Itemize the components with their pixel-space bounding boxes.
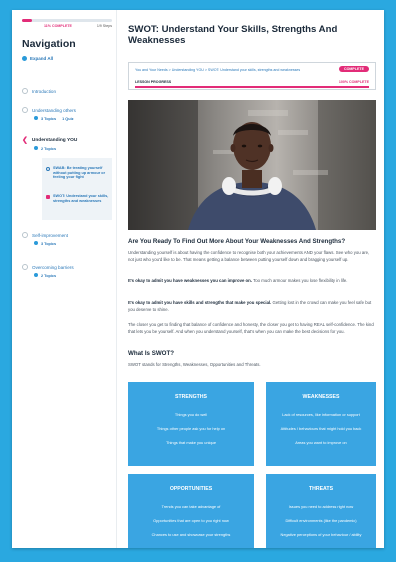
weaknesses-box: WEAKNESSES Lack of resources, like infor… <box>266 382 376 466</box>
expand-all-label: Expand All <box>30 56 54 61</box>
sidebar-item-meta[interactable]: 3 Topics <box>34 241 56 246</box>
sidebar-item-overcoming-barriers[interactable]: Overcoming barriers <box>22 264 74 270</box>
opportunities-box: OPPORTUNITIES Trends you can take advant… <box>128 474 254 548</box>
page: 11% COMPLETE 1/9 Steps Navigation Expand… <box>12 10 384 548</box>
lesson-item[interactable]: SWAB: Be treating yourself without putti… <box>46 166 115 180</box>
box-item: Lack of resources, like information or s… <box>282 412 360 417</box>
box-item: Things you do well <box>174 412 208 417</box>
lesson-status-icon <box>46 166 50 171</box>
sidebar-item-label: Overcoming barriers <box>32 264 74 270</box>
lesson-progress-fill <box>135 86 369 88</box>
box-item: Trends you can take advantage of <box>161 504 221 509</box>
lesson-progress-label: LESSON PROGRESS <box>135 80 172 84</box>
topics-icon <box>34 241 38 245</box>
sidebar-item-meta[interactable]: 3 Topics 1 Quiz <box>34 116 74 121</box>
box-item: Chances to use and showcase your strengt… <box>151 532 231 537</box>
status-circle-icon <box>22 232 28 238</box>
intro-paragraph: Understanding yourself is about having t… <box>128 250 370 262</box>
status-circle-icon <box>22 88 28 94</box>
student-photo <box>128 100 376 230</box>
sidebar-item-understanding-others[interactable]: Understanding others <box>22 107 76 113</box>
box-item: Attitudes / behaviours that might hold y… <box>280 426 362 431</box>
chevron-down-icon: ❮ <box>22 137 28 144</box>
lesson-item-current[interactable]: SWOT: Understand your skills, strengths … <box>46 194 115 203</box>
lesson-header: You and Your Needs > Understanding YOU >… <box>128 62 376 90</box>
sidebar-item-label: Understanding YOU <box>31 138 78 143</box>
lesson-content: SWOT: Understand Your Skills, Strengths … <box>128 10 376 548</box>
box-item: Things that make you unique <box>166 440 216 445</box>
navigation-title: Navigation <box>22 38 76 50</box>
course-progress-bar <box>22 19 112 22</box>
strength-bold: It's okay to admit you have skills and s… <box>128 300 272 305</box>
lesson-label: SWOT: Understand your skills, strengths … <box>53 194 109 203</box>
lesson-current-icon <box>46 194 50 199</box>
weakness-bold: It's okay to admit you have weaknesses y… <box>128 278 253 283</box>
breadcrumb[interactable]: You and Your Needs > Understanding YOU >… <box>135 68 300 72</box>
threats-box: THREATS Issues you need to address right… <box>266 474 376 548</box>
quiz-count: 1 Quiz <box>62 116 74 121</box>
box-item: Negative perceptions of your behaviour /… <box>280 532 362 537</box>
sidebar-item-meta[interactable]: 2 Topics <box>34 273 56 278</box>
page-title: SWOT: Understand Your Skills, Strengths … <box>128 24 338 46</box>
course-progress-steps: 1/9 Steps <box>96 24 112 28</box>
box-title: STRENGTHS <box>175 394 207 400</box>
strengths-box: STRENGTHS Things you do well Things othe… <box>128 382 254 466</box>
course-progress-fill <box>22 19 32 22</box>
sidebar-item-label: Introduction <box>32 88 57 94</box>
hero-image <box>128 100 376 230</box>
box-title: THREATS <box>308 486 334 492</box>
lesson-progress-percent: 100% COMPLETE <box>338 80 369 84</box>
sidebar-item-label: Understanding others <box>32 107 76 113</box>
topics-icon <box>34 146 38 150</box>
weakness-rest: Too much armour makes you lose flexibili… <box>252 278 348 283</box>
course-progress-percent: 11% COMPLETE <box>44 24 72 28</box>
strength-paragraph: It's okay to admit you have skills and s… <box>128 300 376 313</box>
sidebar-divider <box>116 10 117 548</box>
box-item: Opportunities that are open to you right… <box>153 518 229 523</box>
lesson-list: SWAB: Be treating yourself without putti… <box>42 158 112 220</box>
section-heading: Are You Ready To Find Out More About You… <box>128 238 346 245</box>
balance-paragraph: The closer you get to finding that balan… <box>128 322 374 334</box>
topics-count: 2 Topics <box>41 147 57 151</box>
topics-icon <box>34 273 38 277</box>
topics-count: 2 Topics <box>41 274 57 278</box>
lesson-label: SWAB: Be treating yourself without putti… <box>53 166 106 180</box>
sidebar-item-label: Self-improvement <box>32 232 68 238</box>
box-title: OPPORTUNITIES <box>169 486 213 492</box>
box-item: Things other people ask you for help on <box>156 426 226 431</box>
complete-button[interactable]: COMPLETE <box>339 66 369 72</box>
sidebar-item-self-improvement[interactable]: Self-improvement <box>22 232 68 238</box>
expand-icon <box>22 56 27 61</box>
swot-definition: SWOT stands for Strengths, Weaknesses, O… <box>128 362 261 367</box>
status-circle-icon <box>22 264 28 270</box>
sidebar-item-meta[interactable]: 2 Topics <box>34 146 56 151</box>
box-item: Difficult environments (like the pandemi… <box>285 518 357 523</box>
box-title: WEAKNESSES <box>302 394 340 400</box>
course-progress-text: 11% COMPLETE 1/9 Steps <box>22 24 112 28</box>
weakness-paragraph: It's okay to admit you have weaknesses y… <box>128 278 376 285</box>
topics-icon <box>34 116 38 120</box>
swot-heading: What Is SWOT? <box>128 350 175 357</box>
topics-count: 3 Topics <box>41 117 57 121</box>
status-circle-icon <box>22 107 28 113</box>
box-item: Areas you want to improve on <box>295 440 347 445</box>
topics-count: 3 Topics <box>41 242 57 246</box>
box-item: Issues you need to address right now <box>288 504 354 509</box>
lesson-progress-bar <box>135 86 369 88</box>
sidebar-item-understanding-you[interactable]: ❮ Understanding YOU <box>22 137 77 144</box>
expand-all-button[interactable]: Expand All <box>22 56 53 61</box>
course-sidebar: 11% COMPLETE 1/9 Steps Navigation Expand… <box>12 10 116 548</box>
sidebar-item-introduction[interactable]: Introduction <box>22 88 56 94</box>
